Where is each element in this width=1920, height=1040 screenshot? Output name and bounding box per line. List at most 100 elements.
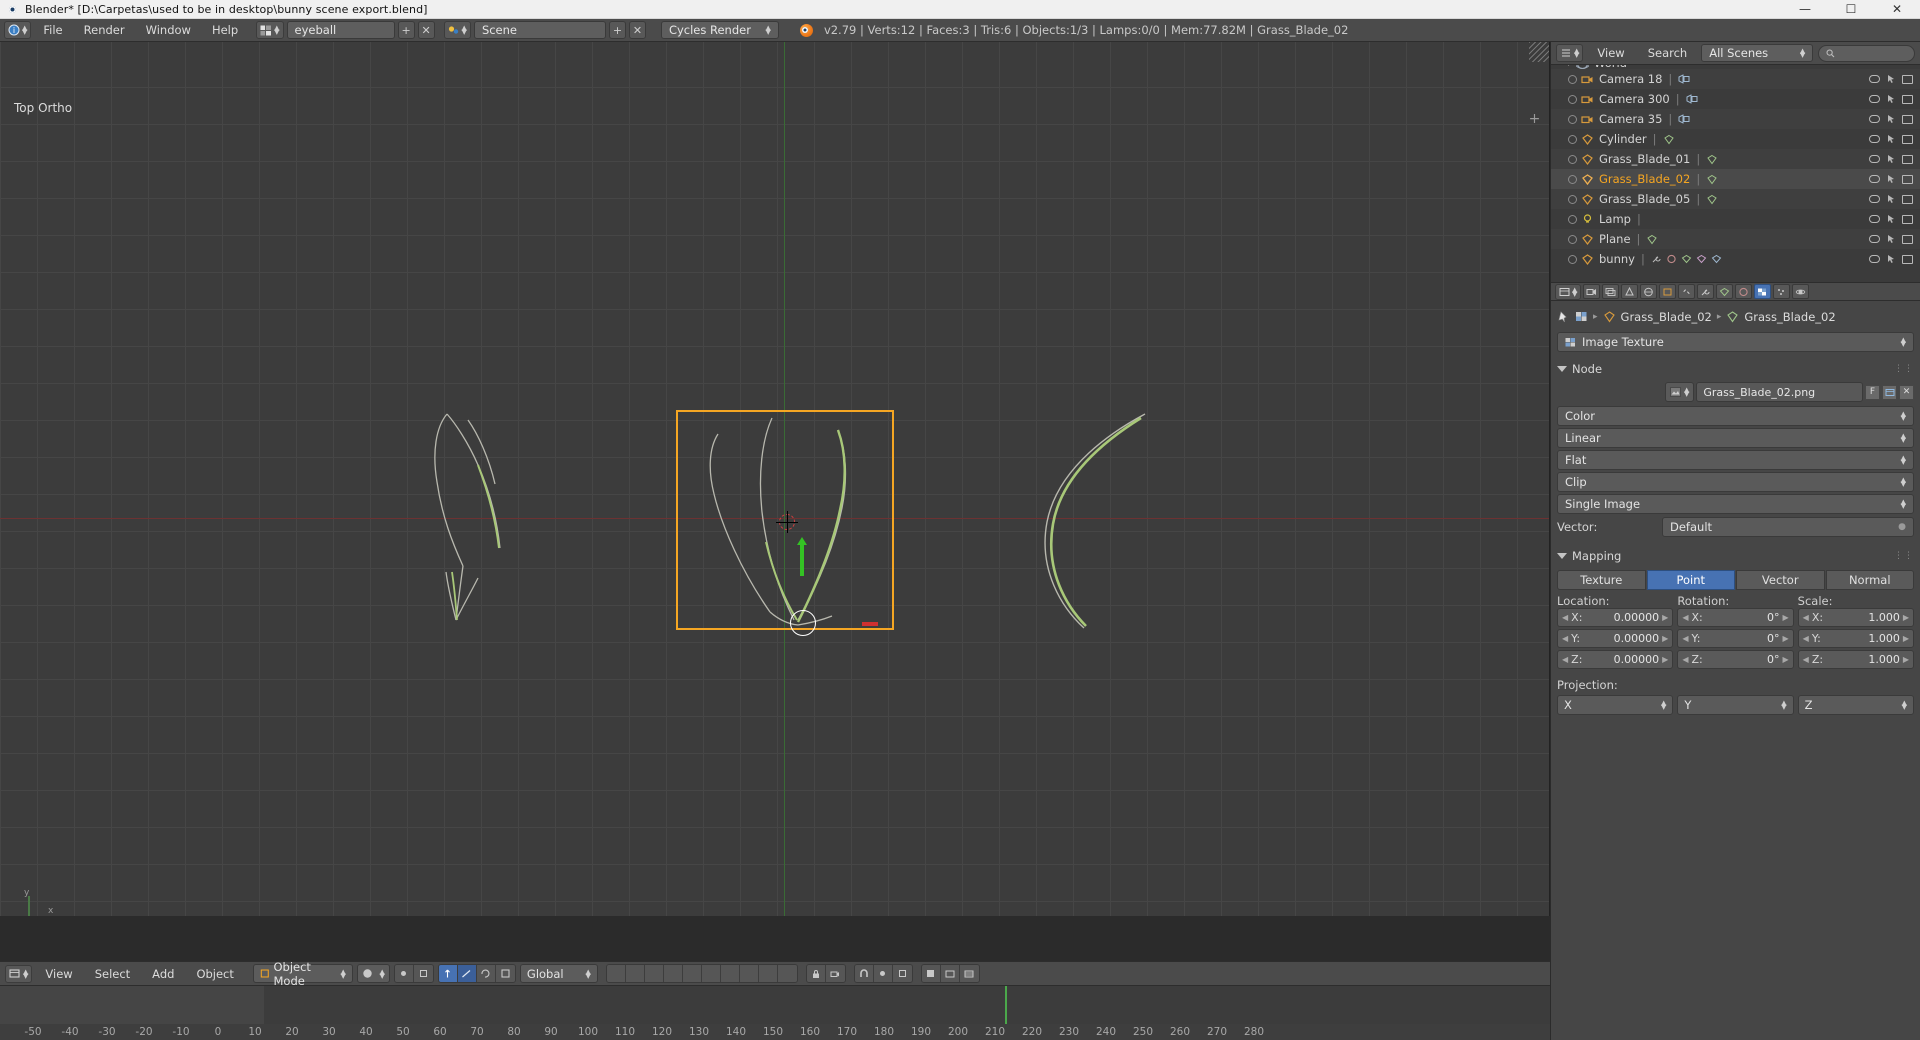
scene-name-field[interactable]: Scene — [473, 21, 606, 39]
location-z-field[interactable]: ◀ Z: 0.00000 ▶ — [1557, 650, 1674, 669]
viewport-menu-object[interactable]: Object — [187, 965, 242, 983]
outliner-row-grass-blade-01[interactable]: Grass_Blade_01 | — [1551, 149, 1920, 169]
restrict-view-icon[interactable] — [1869, 155, 1880, 163]
restrict-toggle-icon[interactable] — [1568, 234, 1577, 244]
rotation-z-field[interactable]: ◀ Z: 0° ▶ — [1677, 650, 1794, 669]
outliner-restrict-columns[interactable] — [1869, 234, 1920, 244]
location-y-field[interactable]: ◀ Y: 0.00000 ▶ — [1557, 629, 1674, 648]
manipulator-toggle-button[interactable] — [438, 965, 458, 982]
scale-z-field[interactable]: ◀ Z: 1.000 ▶ — [1797, 650, 1914, 669]
viewport-menu-add[interactable]: Add — [143, 965, 183, 983]
mapping-section-header[interactable]: Mapping ⋮⋮ — [1557, 545, 1914, 566]
restrict-select-icon[interactable] — [1886, 74, 1896, 84]
tab-render[interactable] — [1583, 284, 1601, 299]
restrict-select-icon[interactable] — [1886, 234, 1896, 244]
tab-world[interactable] — [1640, 284, 1658, 299]
rotation-y-field[interactable]: ◀ Y: 0° ▶ — [1677, 629, 1794, 648]
decrement-arrow-icon[interactable]: ◀ — [1562, 634, 1568, 643]
mapping-tab-point[interactable]: Point — [1646, 570, 1735, 590]
restrict-render-icon[interactable] — [1902, 134, 1913, 144]
restrict-toggle-icon[interactable] — [1568, 134, 1577, 144]
pivot-point-button[interactable] — [394, 965, 414, 982]
screen-layout-icon-button[interactable]: ▲ ▼ — [256, 21, 284, 39]
restrict-select-icon[interactable] — [1886, 134, 1896, 144]
restrict-render-icon[interactable] — [1902, 74, 1913, 84]
new-layout-button[interactable]: + — [397, 21, 415, 39]
restrict-select-icon[interactable] — [1886, 214, 1896, 224]
restrict-render-icon[interactable] — [1902, 234, 1913, 244]
outliner-restrict-columns[interactable] — [1869, 114, 1920, 124]
menu-help[interactable]: Help — [203, 21, 247, 39]
close-button[interactable]: ✕ — [1874, 0, 1920, 18]
editor-type-selector-info[interactable]: i ▲ ▼ — [4, 21, 32, 39]
restrict-render-icon[interactable] — [1902, 154, 1913, 164]
manipulator-arrow-red[interactable] — [862, 622, 878, 626]
outliner-menu-search[interactable]: Search — [1639, 44, 1697, 62]
increment-arrow-icon[interactable]: ▶ — [1903, 613, 1909, 622]
restrict-select-icon[interactable] — [1886, 174, 1896, 184]
editor-type-selector-properties[interactable]: ▲ ▼ — [1555, 283, 1582, 300]
extension-selector[interactable]: Clip ▲ ▼ — [1557, 472, 1914, 492]
breadcrumb-data-name[interactable]: Grass_Blade_02 — [1744, 310, 1835, 324]
restrict-select-icon[interactable] — [1886, 154, 1896, 164]
decrement-arrow-icon[interactable]: ◀ — [1803, 613, 1809, 622]
restrict-view-icon[interactable] — [1869, 135, 1880, 143]
modifier-wrench-icon[interactable] — [1651, 254, 1662, 264]
screen-layout-name-field[interactable]: eyeball — [286, 21, 395, 39]
outliner-restrict-columns[interactable] — [1869, 174, 1920, 184]
image-name-field[interactable]: Grass_Blade_02.png — [1696, 382, 1863, 402]
layer-button-4[interactable] — [663, 965, 683, 982]
tab-material[interactable] — [1735, 284, 1753, 299]
object-origin-handle[interactable] — [790, 610, 816, 636]
layer-button-7[interactable] — [720, 965, 740, 982]
opengl-render-button[interactable] — [940, 965, 960, 982]
outliner-row-camera-35[interactable]: Camera 35 | — [1551, 109, 1920, 129]
increment-arrow-icon[interactable]: ▶ — [1903, 634, 1909, 643]
viewport-corner-grip[interactable] — [1529, 42, 1549, 62]
snap-target-button[interactable] — [873, 965, 893, 982]
restrict-toggle-icon[interactable] — [1568, 254, 1577, 264]
tab-particles[interactable] — [1773, 284, 1791, 299]
editor-type-selector-3dview[interactable]: ▲ ▼ — [5, 964, 33, 983]
mesh-data-icon[interactable] — [1681, 254, 1692, 264]
restrict-select-icon[interactable] — [1886, 194, 1896, 204]
restrict-select-icon[interactable] — [1886, 254, 1896, 264]
properties-panel[interactable]: ▸ Grass_Blade_02 ▸ Grass_Blade_02 Image … — [1551, 301, 1920, 1040]
editor-type-selector-outliner[interactable]: ▲ ▼ — [1556, 44, 1584, 62]
snap-element-button[interactable] — [892, 965, 912, 982]
increment-arrow-icon[interactable]: ▶ — [1662, 613, 1668, 622]
outliner-restrict-columns[interactable] — [1869, 214, 1920, 224]
delete-layout-button[interactable]: ✕ — [417, 21, 435, 39]
manipulator-group[interactable] — [437, 964, 516, 983]
properties-tab-bar[interactable]: ▲ ▼ — [1551, 282, 1920, 301]
collapse-triangle-icon[interactable] — [1557, 552, 1567, 559]
mapping-tab-texture[interactable]: Texture — [1557, 570, 1646, 590]
outliner-restrict-columns[interactable] — [1869, 194, 1920, 204]
layer-button-6[interactable] — [701, 965, 721, 982]
restrict-view-icon[interactable] — [1869, 255, 1880, 263]
pin-icon[interactable] — [1557, 310, 1570, 324]
increment-arrow-icon[interactable]: ▶ — [1662, 655, 1668, 664]
timeline-playhead[interactable] — [1005, 986, 1007, 1024]
tab-scene[interactable] — [1621, 284, 1639, 299]
restrict-view-icon[interactable] — [1869, 235, 1880, 243]
unlink-image-button[interactable]: ✕ — [1899, 384, 1914, 400]
maximize-button[interactable]: ☐ — [1828, 0, 1874, 18]
projection-selector[interactable]: Flat ▲ ▼ — [1557, 450, 1914, 470]
restrict-render-icon[interactable] — [1902, 254, 1913, 264]
restrict-toggle-icon[interactable] — [1568, 194, 1577, 204]
restrict-toggle-icon[interactable] — [1568, 114, 1577, 124]
expand-triangle-icon[interactable] — [1568, 65, 1572, 66]
material-sphere-icon[interactable] — [1666, 254, 1677, 264]
tab-object[interactable] — [1659, 284, 1677, 299]
restrict-render-icon[interactable] — [1902, 214, 1913, 224]
outliner-row-grass-blade-05[interactable]: Grass_Blade_05 | — [1551, 189, 1920, 209]
snap-group[interactable] — [853, 964, 913, 983]
viewport-menu-view[interactable]: View — [36, 965, 81, 983]
image-datablock-row[interactable]: ▲ ▼ Grass_Blade_02.png F ✕ — [1665, 382, 1914, 402]
decrement-arrow-icon[interactable]: ◀ — [1803, 634, 1809, 643]
increment-arrow-icon[interactable]: ▶ — [1783, 655, 1789, 664]
texture-icon[interactable] — [1696, 254, 1707, 264]
outliner-row-lamp[interactable]: Lamp | — [1551, 209, 1920, 229]
projection-z-selector[interactable]: Z ▲ ▼ — [1797, 695, 1914, 715]
